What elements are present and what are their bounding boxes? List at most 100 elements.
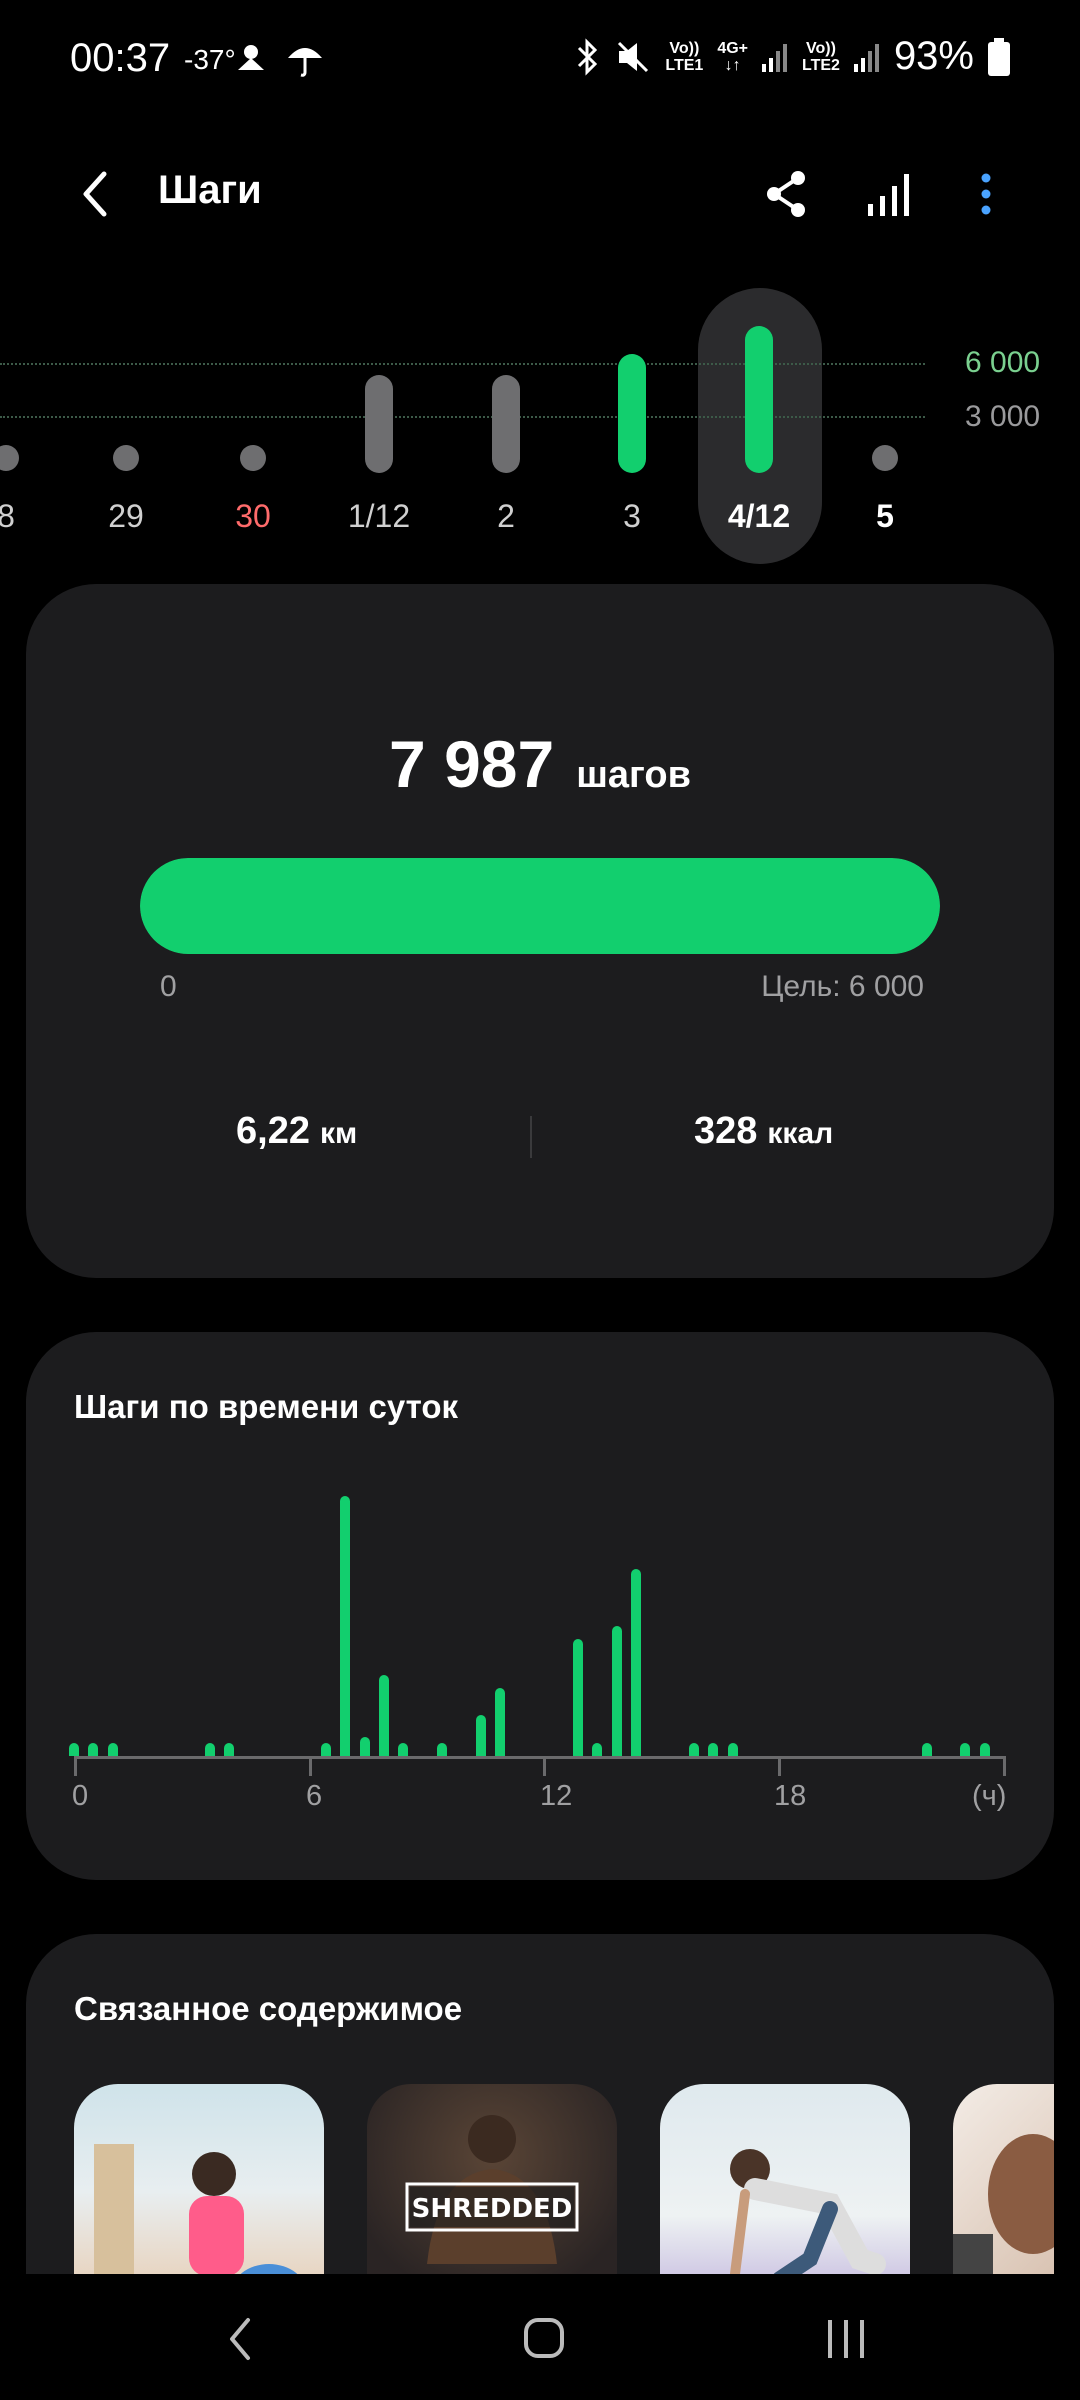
day-bar-4-12[interactable] — [745, 326, 773, 473]
hourly-bar — [572, 1639, 583, 1756]
related-thumb-mountain-climber[interactable] — [660, 2084, 910, 2274]
nav-home-icon — [524, 2318, 564, 2358]
related-thumbnails[interactable]: SHREDDED — [74, 2084, 1054, 2274]
hourly-steps-card[interactable]: Шаги по времени суток 0 6 12 18 (ч) — [26, 1332, 1054, 1880]
x-axis-label-hours: (ч) — [972, 1780, 1007, 1812]
nav-back-button[interactable] — [202, 2304, 282, 2374]
x-axis-tick-6 — [309, 1756, 312, 1776]
steps-progress-fill — [140, 858, 940, 954]
x-axis-tick-24 — [1003, 1756, 1006, 1776]
hourly-bar — [689, 1743, 699, 1756]
steps-summary-card: 7 987 шагов 0 Цель: 6 000 6,22 км 328 ккал — [26, 584, 1054, 1278]
day-label-4-12: 4/12 — [727, 498, 791, 534]
day-label-5: 5 — [876, 498, 894, 534]
umbrella-icon — [288, 48, 322, 77]
hourly-bar — [921, 1743, 932, 1756]
back-arrow-icon — [83, 171, 107, 217]
hourly-bar — [69, 1743, 79, 1756]
day-label-30: 30 — [235, 498, 271, 534]
related-thumb-arm[interactable] — [953, 2084, 1054, 2274]
system-nav-bar — [0, 2274, 1080, 2400]
day-mark-5[interactable] — [872, 445, 898, 471]
hourly-bar — [398, 1743, 409, 1756]
weekly-steps-strip[interactable]: 6 000 3 000 8 29 30 1/12 2 3 4/12 5 — [0, 280, 1080, 570]
distance-unit: км — [319, 1117, 358, 1150]
guide-label-6000: 6 000 — [965, 346, 1041, 379]
stretch-workout-image — [94, 2144, 298, 2274]
steps-progress-bar — [140, 858, 940, 954]
hourly-bar — [204, 1743, 215, 1756]
goal-guide-line — [0, 363, 925, 365]
nav-recents-icon — [828, 2320, 864, 2358]
nav-back-icon — [230, 2318, 250, 2360]
hourly-bar — [320, 1743, 331, 1756]
x-axis-label-6: 6 — [306, 1780, 323, 1812]
more-vertical-icon — [981, 173, 991, 215]
hourly-bar — [359, 1736, 370, 1756]
distance-stat: 6,22 км — [236, 1110, 357, 1153]
x-axis-tick-12 — [543, 1756, 546, 1776]
share-button[interactable] — [756, 164, 816, 224]
day-mark-30[interactable] — [240, 445, 266, 471]
status-left-icons — [234, 40, 324, 78]
day-bar-2[interactable] — [492, 375, 520, 473]
day-bar-3[interactable] — [618, 354, 646, 473]
signal-icon — [762, 43, 787, 72]
hourly-bar — [708, 1743, 719, 1756]
day-label-8: 8 — [0, 498, 15, 534]
steps-number: 7 987 — [389, 727, 555, 801]
page-title: Шаги — [158, 168, 262, 212]
progress-goal-label: Цель: 6 000 — [761, 970, 924, 1003]
hourly-bar — [224, 1743, 234, 1756]
more-options-button[interactable] — [956, 164, 1016, 224]
hourly-bar — [960, 1743, 971, 1756]
arm-workout-image — [953, 2134, 1054, 2274]
share-icon — [767, 171, 805, 217]
day-mark-29[interactable] — [113, 445, 139, 471]
x-axis-line — [74, 1756, 1004, 1759]
stats-bars-icon — [868, 174, 909, 216]
related-thumb-shredded[interactable]: SHREDDED — [367, 2084, 617, 2274]
mountain-climber-image — [730, 2149, 886, 2274]
nav-recents-button[interactable] — [806, 2304, 886, 2374]
x-axis-label-0: 0 — [72, 1780, 89, 1812]
back-button[interactable] — [70, 164, 130, 224]
day-label-29: 29 — [108, 498, 144, 534]
steps-unit: шагов — [576, 754, 691, 796]
signal-icon-2 — [853, 43, 879, 72]
steps-total: 7 987 шагов — [26, 726, 1054, 802]
day-bar-1-12[interactable] — [365, 375, 393, 473]
calories-stat: 328 ккал — [694, 1110, 833, 1153]
day-mark-8[interactable] — [0, 445, 19, 471]
distance-value: 6,22 — [236, 1110, 310, 1152]
related-card-title: Связанное содержимое — [74, 1990, 463, 2027]
status-temperature: -37° — [184, 44, 236, 75]
related-content-card: Связанное содержимое SHREDDED — [26, 1934, 1054, 2274]
stats-button[interactable] — [860, 164, 920, 224]
hourly-bar — [495, 1687, 506, 1756]
hourly-bar — [107, 1743, 118, 1756]
nav-home-button[interactable] — [504, 2304, 584, 2374]
x-axis-tick-18 — [778, 1756, 781, 1776]
hourly-bar — [630, 1569, 641, 1756]
app-header: Шаги — [0, 140, 1080, 250]
hourly-chart: 0 6 12 18 (ч) — [26, 1332, 1054, 1880]
hourly-bar — [88, 1743, 99, 1756]
shredded-workout-image — [405, 2115, 579, 2264]
hourly-bar — [727, 1743, 738, 1756]
day-label-1-12: 1/12 — [347, 498, 411, 534]
half-goal-guide-line — [0, 416, 925, 418]
calories-unit: ккал — [767, 1117, 834, 1150]
day-label-2: 2 — [497, 498, 515, 534]
day-label-3: 3 — [623, 498, 641, 534]
status-net-4g: 4G+ ↓↑ — [717, 39, 748, 74]
bluetooth-icon — [578, 37, 598, 76]
status-time: 00:37 — [70, 36, 171, 80]
hourly-bar — [475, 1715, 486, 1756]
stat-divider — [530, 1116, 532, 1158]
guide-label-3000: 3 000 — [965, 400, 1041, 433]
shredded-label: SHREDDED — [411, 2194, 573, 2224]
related-thumb-stretch[interactable] — [74, 2084, 324, 2274]
sunrise-weather-icon — [238, 45, 264, 70]
hourly-bar — [437, 1743, 448, 1756]
